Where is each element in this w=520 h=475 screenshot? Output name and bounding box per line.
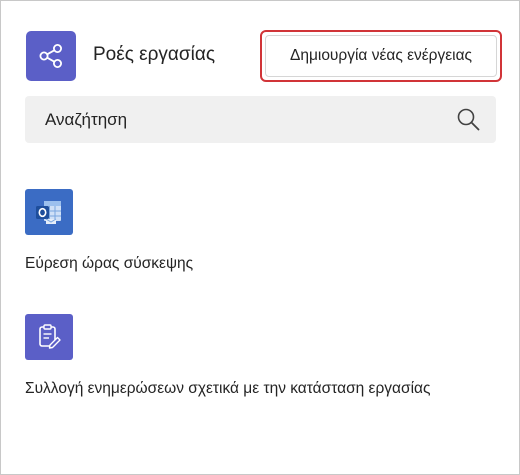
header: Ροές εργασίας Δημιουργία νέας ενέργειας: [25, 30, 502, 82]
flow-item-label: Εύρεση ώρας σύσκεψης: [25, 255, 194, 272]
share-nodes-icon: [26, 31, 76, 81]
flow-item-label: Συλλογή ενημερώσεων σχετικά με την κατάσ…: [25, 380, 431, 397]
search-icon[interactable]: [456, 107, 481, 132]
workflows-panel: Ροές εργασίας Δημιουργία νέας ενέργειας: [0, 0, 520, 475]
search-input[interactable]: [25, 96, 445, 143]
create-new-action-label: Δημιουργία νέας ενέργειας: [265, 35, 497, 77]
create-new-action-button[interactable]: Δημιουργία νέας ενέργειας: [260, 30, 502, 82]
flow-item-find-meeting-time[interactable]: Εύρεση ώρας σύσκεψης: [25, 189, 505, 273]
search-box: [25, 96, 496, 143]
outlook-calendar-icon: [25, 189, 73, 235]
page-title: Ροές εργασίας: [93, 44, 215, 65]
flow-item-collect-status-updates[interactable]: Συλλογή ενημερώσεων σχετικά με την κατάσ…: [25, 314, 505, 398]
clipboard-edit-icon: [25, 314, 73, 360]
